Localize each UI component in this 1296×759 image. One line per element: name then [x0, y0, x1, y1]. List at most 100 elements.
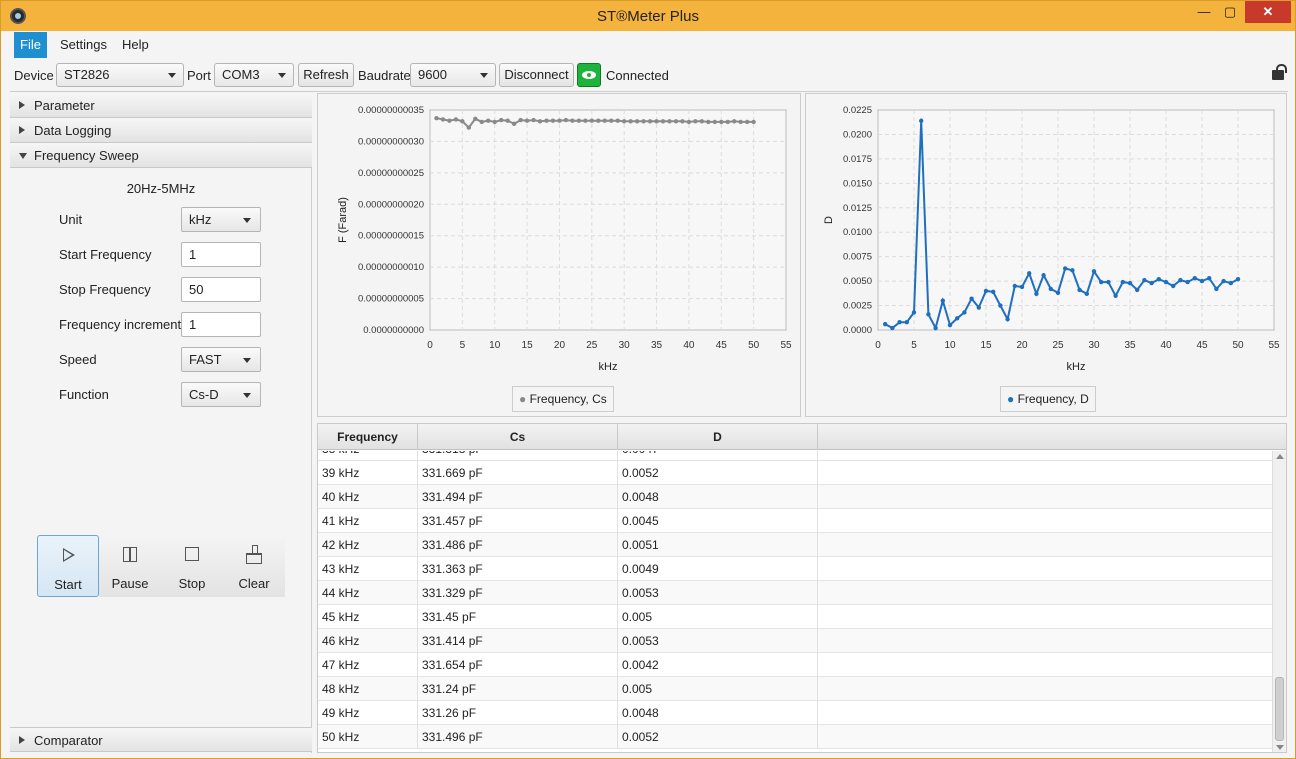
column-header-d[interactable]: D [618, 424, 818, 450]
sweep-results-table: Frequency Cs D 38 kHz331.318 pF0.004739 … [317, 423, 1287, 753]
cell-cs: 331.486 pF [418, 533, 618, 557]
menu-settings[interactable]: Settings [54, 32, 113, 58]
unlock-icon[interactable] [1272, 64, 1287, 80]
table-row[interactable]: 42 kHz 331.486 pF 0.0051 [318, 533, 1273, 557]
data-point [473, 116, 478, 121]
cell-cs: 331.45 pF [418, 605, 618, 629]
data-point [609, 118, 614, 123]
x-tick-label: 0 [427, 340, 433, 351]
cell-frequency: 49 kHz [318, 701, 418, 725]
data-point [1142, 277, 1147, 283]
scroll-thumb[interactable] [1275, 677, 1284, 741]
cell-empty [818, 653, 1273, 677]
table-row[interactable]: 40 kHz 331.494 pF 0.0048 [318, 485, 1273, 509]
baudrate-select[interactable]: 9600 [410, 63, 496, 87]
disconnect-button[interactable]: Disconnect [499, 63, 574, 87]
x-tick-label: 25 [586, 340, 598, 351]
pause-icon [123, 547, 137, 562]
stop-frequency-input[interactable]: 50 [181, 277, 261, 302]
broom-icon [245, 545, 263, 564]
frequency-increment-input[interactable]: 1 [181, 312, 261, 337]
stop-button[interactable]: Stop [161, 535, 223, 597]
data-point [654, 119, 659, 124]
function-select[interactable]: Cs-D [181, 382, 261, 407]
x-tick-label: 55 [1268, 340, 1280, 351]
baudrate-value: 9600 [418, 67, 447, 82]
unit-label: Unit [59, 212, 83, 227]
cs-chart-panel: 0.0000000000 0.00000000005 0.00000000010 0.… [317, 93, 801, 417]
unit-select[interactable]: kHz [181, 207, 261, 232]
accordion-parameter[interactable]: Parameter [10, 93, 312, 118]
table-row[interactable]: 50 kHz 331.496 pF 0.0052 [318, 725, 1273, 749]
cell-frequency: 47 kHz [318, 653, 418, 677]
start-frequency-input[interactable]: 1 [181, 242, 261, 267]
accordion-frequency-sweep[interactable]: Frequency Sweep [10, 143, 312, 168]
table-row[interactable]: 45 kHz 331.45 pF 0.005 [318, 605, 1273, 629]
table-scrollbar[interactable] [1272, 451, 1286, 752]
clear-button[interactable]: Clear [223, 535, 285, 597]
table-body: 38 kHz331.318 pF0.004739 kHz331.669 pF0.… [318, 451, 1273, 752]
data-point [719, 119, 724, 125]
cell-frequency: 50 kHz [318, 725, 418, 749]
table-row[interactable]: 44 kHz 331.329 pF 0.0053 [318, 581, 1273, 605]
data-point [531, 117, 536, 123]
connection-toolbar: Device ST2826 Port COM3 Refresh Baudrate… [10, 58, 1288, 92]
stop-button-label: Stop [178, 576, 206, 591]
data-point [1178, 277, 1183, 283]
data-point [1099, 279, 1104, 285]
column-header-frequency[interactable]: Frequency [318, 424, 418, 450]
scroll-up-icon[interactable] [1276, 454, 1284, 459]
table-row[interactable]: 49 kHz 331.26 pF 0.0048 [318, 701, 1273, 725]
x-tick-label: 30 [619, 340, 631, 351]
d-chart-panel: 0.0000 0.0025 0.0050 0.0075 0.0100 0.0125 0.01… [805, 93, 1287, 417]
port-select[interactable]: COM3 [214, 63, 294, 87]
data-point [1149, 280, 1154, 286]
data-point [647, 119, 653, 124]
data-point [1113, 293, 1118, 298]
table-row[interactable]: 47 kHz 331.654 pF 0.0042 [318, 653, 1273, 677]
table-row[interactable]: 39 kHz 331.669 pF 0.0052 [318, 461, 1273, 485]
cell-empty [818, 605, 1273, 629]
legend-dot-icon: ● [1007, 392, 1015, 406]
table-row[interactable]: 41 kHz 331.457 pF 0.0045 [318, 509, 1273, 533]
cell-empty [818, 725, 1273, 749]
accordion-comparator-label: Comparator [34, 733, 103, 748]
table-row[interactable]: 48 kHz 331.24 pF 0.005 [318, 677, 1273, 701]
cell-d: 0.0052 [618, 461, 818, 485]
data-point [544, 118, 549, 123]
pause-button[interactable]: Pause [99, 535, 161, 597]
minimize-button[interactable]: — [1191, 1, 1217, 23]
refresh-button[interactable]: Refresh [298, 63, 354, 87]
table-row[interactable]: 38 kHz331.318 pF0.0047 [318, 451, 1273, 461]
data-point [1171, 283, 1176, 289]
maximize-button[interactable]: ▢ [1217, 1, 1243, 23]
function-value: Cs-D [189, 387, 219, 402]
legend-dot-icon: ● [519, 392, 527, 406]
data-point [1214, 286, 1219, 292]
cell-empty [818, 509, 1273, 533]
close-button[interactable]: ✕ [1245, 1, 1291, 23]
accordion-comparator[interactable]: Comparator [10, 727, 312, 752]
column-header-cs[interactable]: Cs [418, 424, 618, 450]
cell-cs: 331.318 pF [418, 451, 618, 461]
table-row[interactable]: 43 kHz 331.363 pF 0.0049 [318, 557, 1273, 581]
scroll-down-icon[interactable] [1276, 745, 1284, 750]
table-row[interactable]: 46 kHz 331.414 pF 0.0053 [318, 629, 1273, 653]
menu-help[interactable]: Help [116, 32, 155, 58]
data-point [596, 118, 601, 123]
data-point [1199, 278, 1205, 284]
window-title: ST®Meter Plus [597, 8, 699, 25]
data-point [955, 316, 960, 321]
y-tick-label: 0.00000000030 [358, 136, 424, 147]
accordion-data-logging[interactable]: Data Logging [10, 118, 312, 143]
start-button[interactable]: Start [37, 535, 99, 597]
speed-select[interactable]: FAST [181, 347, 261, 372]
cell-d: 0.0045 [618, 509, 818, 533]
menu-file[interactable]: File [14, 32, 47, 58]
cell-frequency: 45 kHz [318, 605, 418, 629]
data-point [621, 119, 627, 124]
device-select[interactable]: ST2826 [56, 63, 184, 87]
function-label: Function [59, 387, 109, 402]
data-point [660, 119, 666, 124]
cell-frequency: 42 kHz [318, 533, 418, 557]
